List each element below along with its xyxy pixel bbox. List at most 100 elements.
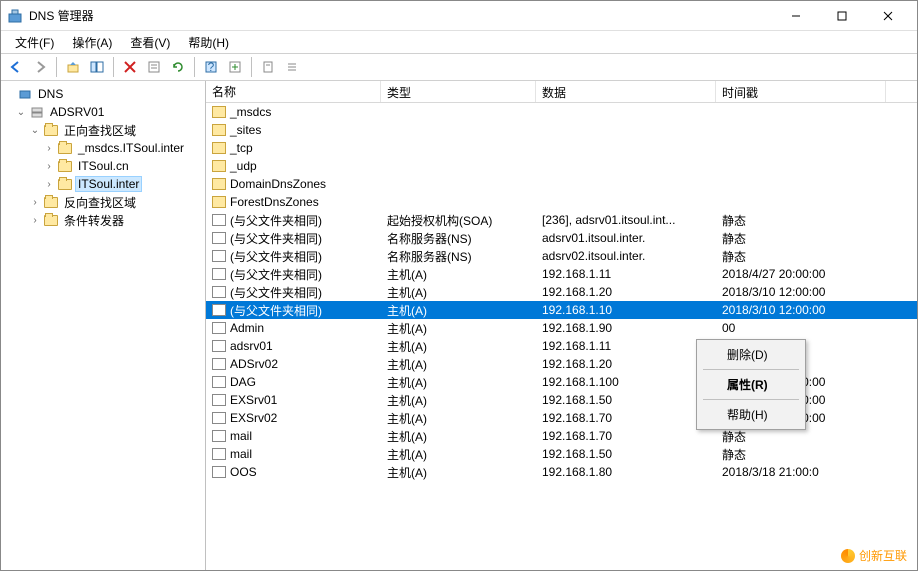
tree-conditional-forwarders[interactable]: 条件转发器	[61, 212, 127, 229]
row-data: 192.168.1.50	[536, 447, 716, 461]
tree-zone-cn[interactable]: ITSoul.cn	[75, 159, 132, 173]
list-row[interactable]: mail主机(A)192.168.1.70静态	[206, 427, 917, 445]
list-row[interactable]: EXSrv02主机(A)192.168.1.702018/4/27 20:00:…	[206, 409, 917, 427]
row-type: 主机(A)	[381, 302, 536, 319]
list-row[interactable]: _udp	[206, 157, 917, 175]
row-data: [236], adsrv01.itsoul.int...	[536, 213, 716, 227]
row-data: 192.168.1.90	[536, 321, 716, 335]
refresh-button[interactable]	[167, 56, 189, 78]
maximize-button[interactable]	[819, 1, 865, 31]
up-button[interactable]	[62, 56, 84, 78]
column-timestamp[interactable]: 时间戳	[716, 81, 886, 102]
tree-zone-msdcs[interactable]: _msdcs.ITSoul.inter	[75, 141, 187, 155]
toolbar-separator	[194, 57, 195, 77]
context-separator	[703, 369, 799, 370]
delete-button[interactable]	[119, 56, 141, 78]
help-button[interactable]: ?	[200, 56, 222, 78]
toolbar-separator	[56, 57, 57, 77]
twister-icon[interactable]: ›	[43, 161, 55, 172]
list-row[interactable]: ForestDnsZones	[206, 193, 917, 211]
list-row[interactable]: adsrv01主机(A)192.168.1.11	[206, 337, 917, 355]
tree-reverse-zones[interactable]: 反向查找区域	[61, 194, 139, 211]
list-row[interactable]: (与父文件夹相同)主机(A)192.168.1.202018/3/10 12:0…	[206, 283, 917, 301]
list-row[interactable]: (与父文件夹相同)起始授权机构(SOA)[236], adsrv01.itsou…	[206, 211, 917, 229]
forward-button[interactable]	[29, 56, 51, 78]
row-timestamp: 2018/3/18 21:00:0	[716, 465, 886, 479]
row-name: DomainDnsZones	[230, 177, 326, 191]
row-name: (与父文件夹相同)	[230, 302, 322, 319]
context-help[interactable]: 帮助(H)	[699, 402, 803, 427]
context-menu: 删除(D) 属性(R) 帮助(H)	[696, 339, 806, 430]
row-name: (与父文件夹相同)	[230, 284, 322, 301]
menu-action[interactable]: 操作(A)	[64, 32, 120, 53]
row-data: adsrv02.itsoul.inter.	[536, 249, 716, 263]
context-properties[interactable]: 属性(R)	[699, 372, 803, 397]
list-row[interactable]: (与父文件夹相同)主机(A)192.168.1.112018/4/27 20:0…	[206, 265, 917, 283]
list-row[interactable]: _sites	[206, 121, 917, 139]
tree-root[interactable]: DNS	[35, 87, 66, 101]
twister-icon[interactable]: ›	[29, 215, 41, 226]
twister-icon[interactable]: ⌄	[15, 107, 27, 118]
twister-icon[interactable]: ⌄	[29, 125, 41, 136]
close-button[interactable]	[865, 1, 911, 31]
row-name: _udp	[230, 159, 257, 173]
context-delete[interactable]: 删除(D)	[699, 342, 803, 367]
list-row[interactable]: _tcp	[206, 139, 917, 157]
list-view-button[interactable]	[281, 56, 303, 78]
list-row[interactable]: DomainDnsZones	[206, 175, 917, 193]
row-timestamp: 2018/3/10 12:00:00	[716, 285, 886, 299]
back-button[interactable]	[5, 56, 27, 78]
record-icon	[212, 250, 226, 262]
list-row[interactable]: mail主机(A)192.168.1.50静态	[206, 445, 917, 463]
twister-icon[interactable]: ›	[43, 179, 55, 190]
list-row[interactable]: OOS主机(A)192.168.1.802018/3/18 21:00:0	[206, 463, 917, 481]
row-name: OOS	[230, 465, 257, 479]
show-hide-tree-button[interactable]	[86, 56, 108, 78]
minimize-button[interactable]	[773, 1, 819, 31]
row-name: (与父文件夹相同)	[230, 230, 322, 247]
list-row[interactable]: (与父文件夹相同)主机(A)192.168.1.102018/3/10 12:0…	[206, 301, 917, 319]
filter-button[interactable]	[257, 56, 279, 78]
twister-icon[interactable]: ›	[43, 143, 55, 154]
watermark-text: 创新互联	[859, 547, 907, 564]
row-type: 名称服务器(NS)	[381, 230, 536, 247]
row-type: 主机(A)	[381, 320, 536, 337]
row-type: 主机(A)	[381, 374, 536, 391]
tree-pane[interactable]: DNS ⌄ ADSRV01 ⌄ 正向查找区域 › _msdcs.ITSoul.inte…	[1, 81, 206, 570]
menu-file[interactable]: 文件(F)	[7, 32, 62, 53]
list-row[interactable]: EXSrv01主机(A)192.168.1.502018/4/27 20:00:…	[206, 391, 917, 409]
column-data[interactable]: 数据	[536, 81, 716, 102]
menu-view[interactable]: 查看(V)	[122, 32, 178, 53]
record-icon	[212, 340, 226, 352]
row-data: 192.168.1.100	[536, 375, 716, 389]
row-type: 主机(A)	[381, 356, 536, 373]
menu-help[interactable]: 帮助(H)	[180, 32, 237, 53]
row-timestamp: 2018/4/27 20:00:00	[716, 267, 886, 281]
record-icon	[212, 394, 226, 406]
zone-icon	[57, 141, 73, 155]
new-record-button[interactable]	[224, 56, 246, 78]
tree-server[interactable]: ADSRV01	[47, 105, 107, 119]
row-data: 192.168.1.11	[536, 267, 716, 281]
row-timestamp: 2018/3/10 12:00:00	[716, 303, 886, 317]
tree-forward-zones[interactable]: 正向查找区域	[61, 122, 139, 139]
record-icon	[212, 322, 226, 334]
list-row[interactable]: Admin主机(A)192.168.1.9000	[206, 319, 917, 337]
list-row[interactable]: (与父文件夹相同)名称服务器(NS)adsrv02.itsoul.inter.静…	[206, 247, 917, 265]
list-body[interactable]: _msdcs_sites_tcp _udp DomainDnsZones Forest…	[206, 103, 917, 570]
twister-icon[interactable]: ›	[29, 197, 41, 208]
folder-icon	[212, 124, 226, 136]
folder-icon	[212, 196, 226, 208]
properties-button[interactable]	[143, 56, 165, 78]
tree-zone-inter[interactable]: ITSoul.inter	[75, 176, 142, 192]
list-row[interactable]: (与父文件夹相同)名称服务器(NS)adsrv01.itsoul.inter.静…	[206, 229, 917, 247]
column-name[interactable]: 名称	[206, 81, 381, 102]
list-row[interactable]: _msdcs	[206, 103, 917, 121]
toolbar: ?	[1, 53, 917, 81]
row-data: 192.168.1.50	[536, 393, 716, 407]
list-row[interactable]: ADSrv02主机(A)192.168.1.20	[206, 355, 917, 373]
context-separator	[703, 399, 799, 400]
menu-bar: 文件(F) 操作(A) 查看(V) 帮助(H)	[1, 31, 917, 53]
list-row[interactable]: DAG主机(A)192.168.1.1002018/4/27 20:00:00	[206, 373, 917, 391]
column-type[interactable]: 类型	[381, 81, 536, 102]
